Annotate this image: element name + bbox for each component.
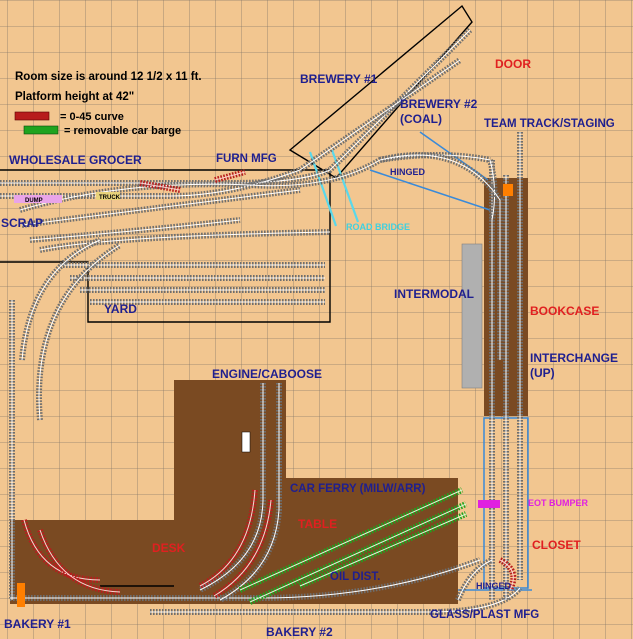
team-marker [503, 184, 513, 196]
bakery1-marker [17, 583, 25, 607]
label-closet: CLOSET [532, 538, 581, 552]
label-table: TABLE [298, 517, 337, 531]
label-wholesale-grocer: WHOLESALE GROCER [9, 153, 142, 167]
label-bakery1: BAKERY #1 [4, 617, 71, 631]
label-team-track: TEAM TRACK/STAGING [484, 118, 615, 130]
label-coal: (COAL) [400, 112, 442, 126]
label-bookcase: BOOKCASE [530, 304, 599, 318]
label-road-bridge: ROAD BRIDGE [346, 222, 410, 232]
label-door: DOOR [495, 57, 531, 71]
engine-marker [241, 431, 251, 453]
label-glass-plast: GLASS/PLAST MFG [430, 609, 539, 621]
label-engine-caboose: ENGINE/CABOOSE [212, 367, 322, 381]
note-room-size: Room size is around 12 1/2 x 11 ft. [15, 71, 202, 83]
label-intermodal: INTERMODAL [394, 287, 474, 301]
label-furn-mfg: FURN MFG [216, 153, 277, 165]
desk-block [10, 520, 174, 604]
label-dump: DUMP [25, 198, 43, 204]
label-brewery1: BREWERY #1 [300, 72, 378, 86]
label-brewery2: BREWERY #2 [400, 97, 478, 111]
legend-barge-swatch [23, 125, 59, 135]
table-block [286, 478, 458, 604]
label-car-ferry: CAR FERRY (MILW/ARR) [290, 483, 426, 495]
label-oil-dist: OIL DIST. [330, 571, 380, 583]
label-hinged-bottom: HINGED [476, 581, 512, 591]
label-hinged-top: HINGED [390, 167, 426, 177]
label-interchange-up: (UP) [530, 366, 555, 380]
intermodal-building [461, 243, 483, 389]
label-desk: DESK [152, 541, 186, 555]
track-plan: Room size is around 12 1/2 x 11 ft. Plat… [0, 0, 633, 639]
legend-curve-text: = 0-45 curve [60, 111, 124, 123]
label-yard: YARD [104, 302, 137, 316]
note-platform-height: Platform height at 42" [15, 91, 134, 103]
label-interchange: INTERCHANGE [530, 351, 618, 365]
label-scrap: SCRAP [1, 216, 43, 230]
label-truck: TRUCK [99, 195, 121, 201]
eot-bumper-marker [478, 500, 500, 508]
label-bakery2: BAKERY #2 [266, 625, 333, 639]
label-eot-bumper: EOT BUMPER [528, 498, 589, 508]
legend-barge-text: = removable car barge [64, 125, 181, 137]
legend-curve-swatch [14, 111, 50, 121]
